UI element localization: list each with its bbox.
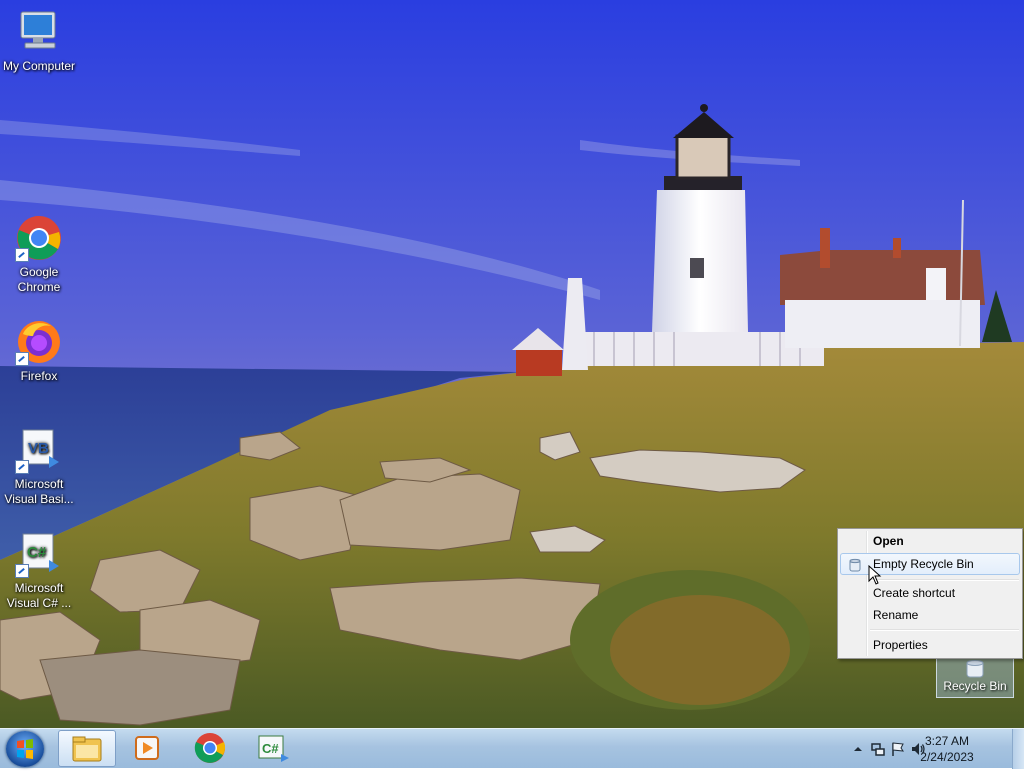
system-tray: 3:27 AM 2/24/2023 xyxy=(840,729,1024,769)
menu-item-label: Open xyxy=(873,534,904,548)
network-icon[interactable] xyxy=(870,741,886,757)
desktop-icon-visual-csharp[interactable]: C# Microsoft Visual C# ... xyxy=(0,530,78,611)
start-button[interactable] xyxy=(6,731,44,767)
taskbar-media-player-button[interactable] xyxy=(119,730,177,767)
desktop-icon-label: Microsoft Visual Basi... xyxy=(4,477,74,506)
menu-item-label: Properties xyxy=(873,638,928,652)
svg-text:C#: C# xyxy=(27,544,47,561)
chrome-icon xyxy=(15,214,63,262)
computer-icon xyxy=(15,8,63,56)
taskbar-visual-csharp-button[interactable]: C# xyxy=(243,730,301,767)
shortcut-arrow-icon xyxy=(15,460,29,474)
desktop-icon-google-chrome[interactable]: Google Chrome xyxy=(0,214,78,295)
menu-item-rename[interactable]: Rename xyxy=(840,604,1020,626)
desktop-icon-label: Recycle Bin xyxy=(943,679,1007,693)
svg-text:VB: VB xyxy=(28,440,49,457)
windows-logo-icon xyxy=(17,739,33,759)
action-center-flag-icon[interactable] xyxy=(890,741,906,757)
menu-item-properties[interactable]: Properties xyxy=(840,634,1020,656)
desktop-icon-firefox[interactable]: Firefox xyxy=(0,318,78,384)
file-explorer-icon xyxy=(72,736,102,762)
clock-date[interactable]: 2/24/2023 xyxy=(912,750,982,764)
svg-text:C#: C# xyxy=(262,741,279,756)
recycle-bin-icon xyxy=(966,660,984,678)
visual-csharp-icon: C# xyxy=(15,530,63,578)
menu-item-create-shortcut[interactable]: Create shortcut xyxy=(840,582,1020,604)
media-player-icon xyxy=(135,736,159,760)
menu-item-open[interactable]: Open xyxy=(840,530,1020,552)
menu-item-label: Empty Recycle Bin xyxy=(873,557,974,571)
menu-item-label: Rename xyxy=(873,608,919,622)
show-hidden-icons-chevron[interactable] xyxy=(850,741,866,757)
context-menu: Open Empty Recycle Bin Create shortcut R… xyxy=(837,528,1023,659)
show-desktop-button[interactable] xyxy=(1012,729,1024,769)
shortcut-arrow-icon xyxy=(15,564,29,578)
shortcut-arrow-icon xyxy=(15,248,29,262)
taskbar-chrome-button[interactable] xyxy=(181,730,239,767)
visual-csharp-icon: C# xyxy=(258,735,289,762)
clock-time[interactable]: 3:27 AM xyxy=(912,734,982,748)
visual-basic-icon: VB xyxy=(15,426,63,474)
taskbar-file-explorer-button[interactable] xyxy=(58,730,116,767)
desktop-icon-my-computer[interactable]: My Computer xyxy=(0,8,78,74)
menu-separator xyxy=(870,629,1019,631)
taskbar: C# 3:27 AM 2/24/2023 xyxy=(0,728,1024,769)
shortcut-arrow-icon xyxy=(15,352,29,366)
desktop-icon-label: Google Chrome xyxy=(17,265,61,294)
menu-item-label: Create shortcut xyxy=(873,586,956,600)
chrome-icon xyxy=(194,733,226,763)
mouse-cursor-icon xyxy=(868,565,882,585)
desktop-icon-label: Firefox xyxy=(20,369,58,383)
menu-separator xyxy=(870,579,1019,581)
recycle-bin-icon xyxy=(849,558,861,572)
desktop-icon-label: Microsoft Visual C# ... xyxy=(6,581,72,610)
desktop-icon-visual-basic[interactable]: VB Microsoft Visual Basi... xyxy=(0,426,78,507)
desktop-icon-recycle-bin[interactable]: Recycle Bin xyxy=(936,656,1014,698)
firefox-icon xyxy=(15,318,63,366)
desktop-icon-label: My Computer xyxy=(2,59,76,73)
menu-item-empty-recycle-bin[interactable]: Empty Recycle Bin xyxy=(840,553,1020,575)
